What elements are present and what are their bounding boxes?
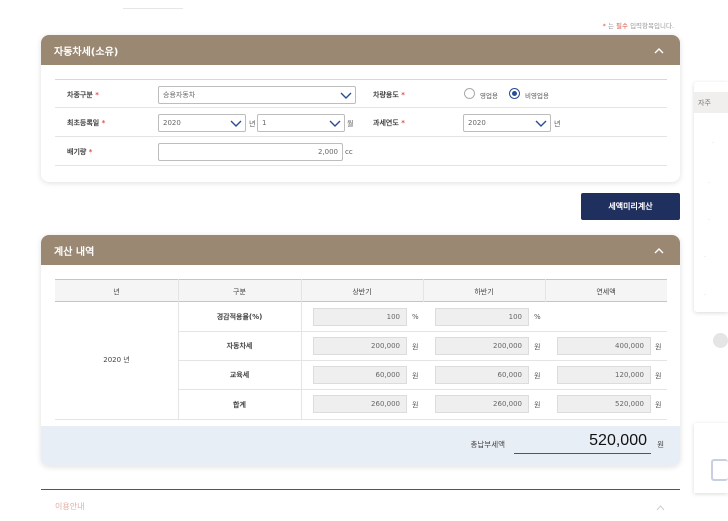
calculation-panel-header[interactable]: 계산 내역: [41, 235, 680, 265]
col-header-first-half: 상반기: [352, 288, 372, 296]
scroll-top-button[interactable]: [713, 333, 728, 348]
radio-non-business-label: 비영업용: [525, 92, 549, 100]
side-faded-mark: ·: [708, 180, 710, 187]
divider: [178, 331, 667, 332]
first-reg-month-select[interactable]: 1: [257, 114, 345, 132]
second-half-reduction-rate: 100: [435, 308, 529, 326]
chevron-down-icon: [230, 120, 242, 127]
usage-guide-title[interactable]: 이용안내: [55, 501, 84, 512]
annual-sum: 520,000: [557, 395, 651, 413]
required-note: * 는 필수 입력항목입니다.: [602, 22, 674, 30]
panel-title: 계산 내역: [54, 246, 95, 258]
form-row: 배기량 * 2,000 cc: [55, 137, 667, 166]
form-row: 차종구분 * 승용자동차 차량용도 * 영업용 비영업용: [55, 79, 667, 108]
vehicle-use-label: 차량용도 *: [373, 91, 405, 99]
calculation-table: 년 구분 상반기 하반기 연세액 2020 년 경감적용율(%) 100 % 1…: [55, 279, 667, 420]
chevron-up-icon[interactable]: [654, 46, 664, 56]
value-unit: %: [534, 313, 541, 321]
value-unit: 원: [655, 372, 662, 380]
divider: [423, 279, 424, 302]
vehicle-type-label: 차종구분 *: [67, 91, 99, 99]
radio-non-business[interactable]: [509, 88, 520, 99]
value-unit: 원: [412, 343, 419, 351]
total-tax-label: 총납부세액: [470, 440, 506, 449]
col-header-annual: 연세액: [596, 288, 616, 296]
row-label-reduction-rate: 경감적용율(%): [216, 313, 263, 321]
second-half-education-tax: 60,000: [435, 366, 529, 384]
displacement-label: 배기량 *: [67, 148, 93, 156]
divider: [301, 279, 302, 419]
table-header: 년 구분 상반기 하반기 연세액: [55, 279, 667, 302]
side-faded-mark: ·: [704, 292, 706, 299]
second-half-vehicle-tax: 200,000: [435, 337, 529, 355]
row-label-education-tax: 교육세: [229, 371, 250, 379]
year-cell: 2020 년: [103, 356, 130, 364]
divider: [178, 389, 667, 390]
first-half-reduction-rate: 100: [313, 308, 407, 326]
total-tax-value: 520,000: [514, 432, 651, 454]
value-unit: 원: [534, 343, 541, 351]
calculation-panel: 계산 내역 년 구분 상반기 하반기 연세액 2020 년 경감적용율(%) 1…: [41, 235, 680, 466]
col-header-second-half: 하반기: [474, 288, 494, 296]
first-reg-year-select[interactable]: 2020: [158, 114, 246, 132]
vehicle-tax-panel-header[interactable]: 자동차세(소유): [41, 35, 680, 65]
year-unit: 년: [249, 120, 256, 128]
vehicle-type-select[interactable]: 승용자동차: [158, 86, 356, 104]
tax-year-label: 과세연도 *: [373, 119, 405, 127]
value-unit: 원: [655, 401, 662, 409]
tax-year-unit: 년: [554, 120, 561, 128]
top-divider: [123, 8, 183, 9]
tax-year-select[interactable]: 2020: [463, 114, 551, 132]
vehicle-tax-panel: 자동차세(소유) 차종구분 * 승용자동차 차량용도 * 영업용 비영업용 최초…: [41, 35, 680, 182]
side-banner[interactable]: [694, 423, 728, 493]
side-panel-title[interactable]: 자주: [694, 92, 728, 113]
radio-business[interactable]: [464, 88, 475, 99]
displacement-unit: cc: [345, 148, 353, 156]
month-unit: 월: [347, 120, 354, 128]
side-faded-mark: ·: [712, 140, 714, 147]
second-half-sum: 260,000: [435, 395, 529, 413]
side-quick-panel: 자주 · · · · ·: [694, 82, 728, 312]
annual-education-tax: 120,000: [557, 366, 651, 384]
col-header-year: 년: [113, 288, 120, 296]
value-unit: 원: [534, 372, 541, 380]
first-reg-label: 최초등록일 *: [67, 119, 106, 127]
displacement-input[interactable]: 2,000: [158, 143, 343, 161]
row-label-vehicle-tax: 자동차세: [226, 342, 253, 350]
first-half-vehicle-tax: 200,000: [313, 337, 407, 355]
form-row: 최초등록일 * 2020 년 1 월 과세연도 * 2020 년: [55, 108, 667, 137]
side-faded-mark: ·: [704, 254, 706, 261]
side-banner-icon: [711, 459, 728, 481]
row-label-sum: 합계: [233, 401, 246, 409]
side-faded-mark: ·: [708, 217, 710, 224]
total-tax-unit: 원: [657, 440, 664, 449]
divider: [55, 419, 667, 420]
value-unit: 원: [412, 401, 419, 409]
first-half-sum: 260,000: [313, 395, 407, 413]
chevron-down-icon: [535, 120, 547, 127]
divider: [178, 360, 667, 361]
chevron-up-icon[interactable]: [654, 246, 664, 256]
value-unit: 원: [412, 372, 419, 380]
value-unit: 원: [534, 401, 541, 409]
calculate-tax-button[interactable]: 세액미리계산: [581, 193, 680, 220]
chevron-down-icon: [340, 92, 352, 99]
bottom-divider: [41, 489, 680, 490]
radio-business-label: 영업용: [480, 92, 498, 100]
chevron-up-icon[interactable]: [656, 504, 665, 511]
panel-title: 자동차세(소유): [54, 46, 119, 58]
value-unit: 원: [655, 343, 662, 351]
divider: [545, 279, 546, 302]
total-tax-bar: 총납부세액 520,000 원: [41, 426, 680, 466]
annual-vehicle-tax: 400,000: [557, 337, 651, 355]
first-half-education-tax: 60,000: [313, 366, 407, 384]
col-header-category: 구분: [233, 288, 246, 296]
value-unit: %: [412, 313, 419, 321]
chevron-down-icon: [329, 120, 341, 127]
